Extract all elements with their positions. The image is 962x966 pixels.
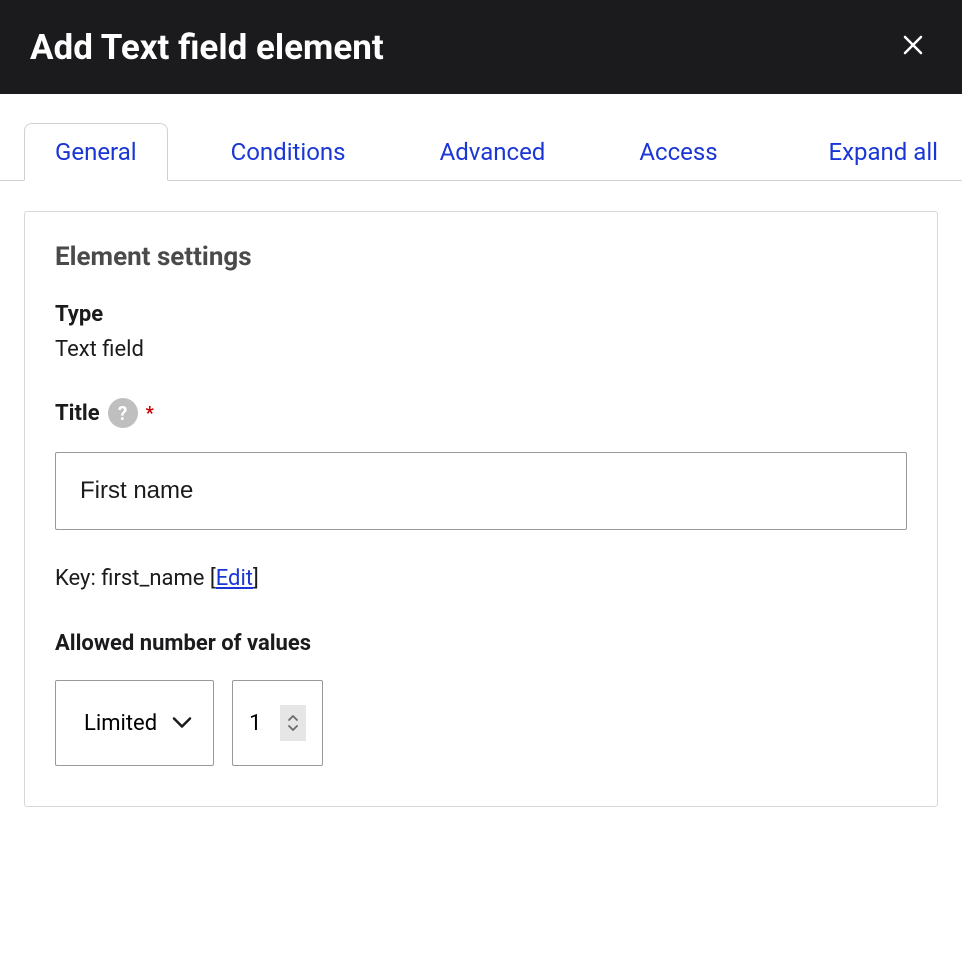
dialog-title: Add Text field element xyxy=(30,27,384,68)
expand-all-link[interactable]: Expand all xyxy=(828,124,938,180)
panel-title: Element settings xyxy=(55,242,907,272)
close-button[interactable] xyxy=(894,26,932,68)
close-icon xyxy=(902,34,924,56)
chevron-down-icon xyxy=(171,711,193,736)
key-edit-link[interactable]: Edit xyxy=(216,566,253,591)
tab-access[interactable]: Access xyxy=(608,123,748,181)
tab-advanced[interactable]: Advanced xyxy=(409,123,577,181)
number-stepper[interactable] xyxy=(280,705,306,741)
title-label: Title xyxy=(55,401,100,426)
key-prefix: Key: xyxy=(55,566,101,591)
tabs-row: General Conditions Advanced Access Expan… xyxy=(0,122,962,181)
type-value: Text field xyxy=(55,337,907,362)
tab-general[interactable]: General xyxy=(24,123,168,181)
stepper-down-icon xyxy=(287,724,299,732)
allowed-values-number[interactable]: 1 xyxy=(232,680,322,766)
allowed-values-number-value: 1 xyxy=(249,711,261,736)
tab-conditions[interactable]: Conditions xyxy=(200,123,377,181)
element-settings-panel: Element settings Type Text field Title ?… xyxy=(24,211,938,807)
stepper-up-icon xyxy=(287,714,299,722)
title-input[interactable] xyxy=(55,452,907,530)
title-label-row: Title ? * xyxy=(55,398,907,428)
key-bracket-close: ] xyxy=(253,566,259,591)
dialog-header: Add Text field element xyxy=(0,0,962,94)
type-label: Type xyxy=(55,302,907,327)
required-mark: * xyxy=(146,403,154,424)
key-row: Key: first_name [Edit] xyxy=(55,566,907,591)
allowed-values-label: Allowed number of values xyxy=(55,631,907,656)
allowed-values-select-value: Limited xyxy=(84,711,157,736)
key-value: first_name xyxy=(101,566,204,591)
help-icon[interactable]: ? xyxy=(108,398,138,428)
key-bracket-open: [ xyxy=(204,566,215,591)
allowed-values-select[interactable]: Limited xyxy=(55,680,214,766)
allowed-values-row: Limited 1 xyxy=(55,680,907,766)
